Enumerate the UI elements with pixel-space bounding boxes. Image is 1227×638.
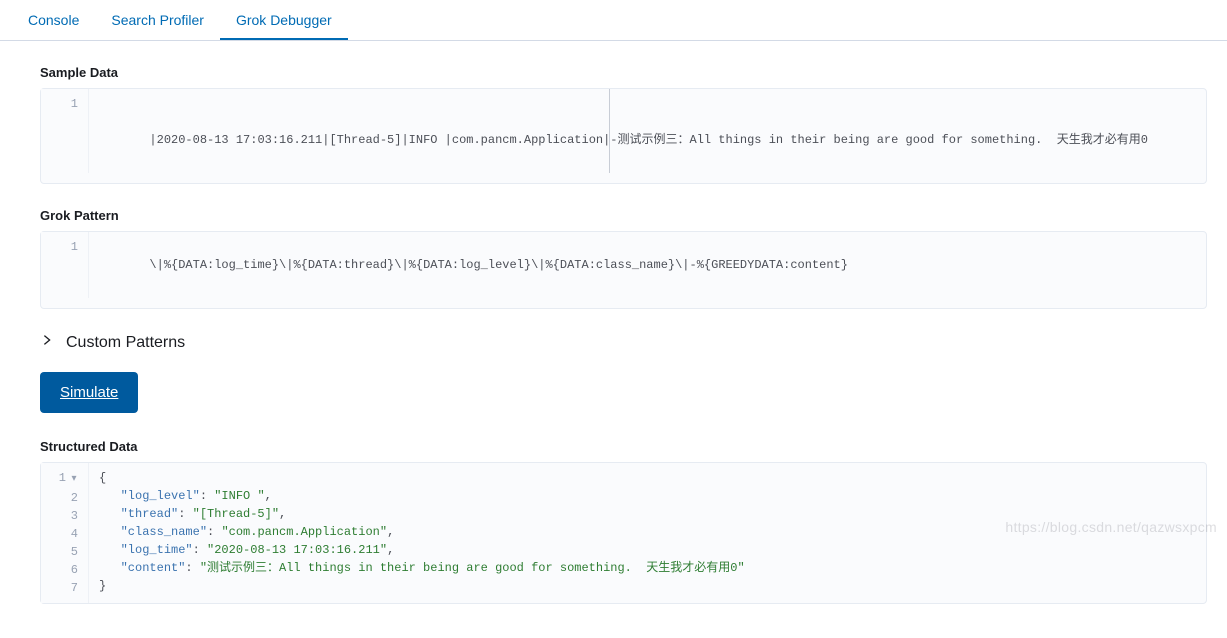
- tab-search-profiler[interactable]: Search Profiler: [95, 0, 220, 40]
- grok-pattern-label: Grok Pattern: [40, 208, 1207, 223]
- editor-cursor-indicator: [609, 89, 610, 173]
- custom-patterns-label: Custom Patterns: [66, 334, 185, 352]
- tab-console[interactable]: Console: [12, 0, 95, 40]
- sample-data-gutter: 1: [41, 89, 89, 173]
- tab-bar: Console Search Profiler Grok Debugger: [0, 0, 1227, 41]
- main-content: Sample Data 1 |2020-08-13 17:03:16.211|[…: [0, 41, 1227, 638]
- structured-data-editor[interactable]: 1▾234567 { "log_level": "INFO ", "thread…: [40, 462, 1207, 604]
- custom-patterns-expander[interactable]: Custom Patterns: [40, 333, 1207, 352]
- simulate-button[interactable]: Simulate: [40, 372, 138, 413]
- grok-pattern-editor[interactable]: 1 \|%{DATA:log_time}\|%{DATA:thread}\|%{…: [40, 231, 1207, 309]
- sample-data-editor[interactable]: 1 |2020-08-13 17:03:16.211|[Thread-5]|IN…: [40, 88, 1207, 184]
- grok-pattern-code[interactable]: \|%{DATA:log_time}\|%{DATA:thread}\|%{DA…: [89, 232, 1206, 298]
- structured-data-gutter: 1▾234567: [41, 463, 89, 603]
- grok-pattern-gutter: 1: [41, 232, 89, 298]
- chevron-right-icon: [40, 333, 54, 352]
- sample-data-line: |2020-08-13 17:03:16.211|[Thread-5]|INFO…: [142, 133, 1148, 147]
- grok-pattern-line: \|%{DATA:log_time}\|%{DATA:thread}\|%{DA…: [142, 258, 848, 272]
- tab-grok-debugger[interactable]: Grok Debugger: [220, 0, 348, 40]
- sample-data-code[interactable]: |2020-08-13 17:03:16.211|[Thread-5]|INFO…: [89, 89, 1206, 173]
- structured-data-code: { "log_level": "INFO ", "thread": "[Thre…: [89, 463, 1206, 603]
- structured-data-label: Structured Data: [40, 439, 1207, 454]
- sample-data-label: Sample Data: [40, 65, 1207, 80]
